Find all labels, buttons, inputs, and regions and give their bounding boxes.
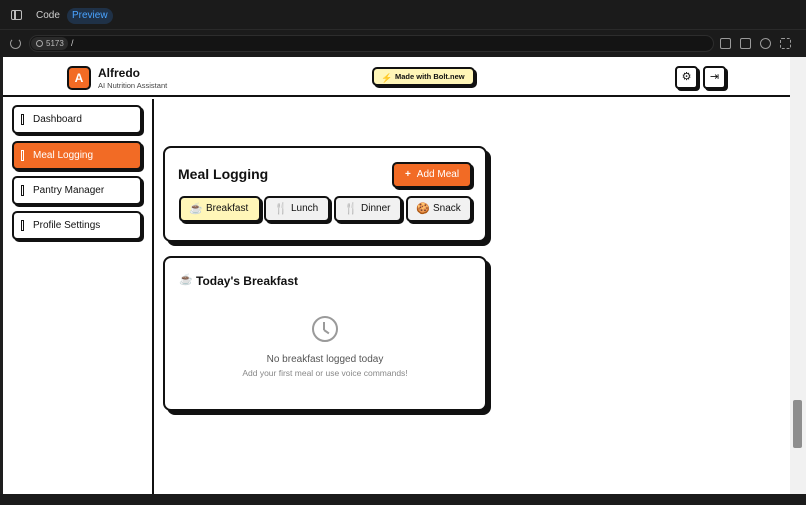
meal-type-label: Breakfast: [206, 203, 249, 214]
made-with-bolt-badge[interactable]: ⚡ Made with Bolt.new: [372, 67, 475, 86]
todays-meals-card: ☕ Today's Breakfast No breakfast logged …: [163, 256, 487, 411]
meal-type-lunch[interactable]: 🍴 Lunch: [264, 196, 330, 222]
coffee-icon: ☕: [179, 274, 193, 286]
preview-scrollbar[interactable]: [790, 57, 806, 494]
meal-type-label: Lunch: [291, 203, 319, 214]
inspect-icon[interactable]: [760, 38, 771, 49]
empty-state-title: No breakfast logged today: [266, 354, 384, 365]
url-input[interactable]: [29, 35, 714, 52]
nav-marker-icon: [21, 185, 24, 196]
preview-url-bar: 5173 /: [0, 30, 806, 57]
app-header: A Alfredo AI Nutrition Assistant ⚡ Made …: [3, 57, 790, 97]
section-title: Today's Breakfast: [196, 274, 299, 288]
badge-label: Made with Bolt.new: [395, 72, 465, 81]
sidebar-item-label: Profile Settings: [33, 220, 101, 231]
preview-tab[interactable]: Preview: [67, 8, 113, 24]
editor-topbar: Code Preview: [0, 0, 806, 30]
nav-marker-icon: [21, 114, 24, 125]
app-logo: A: [67, 66, 91, 90]
utensils-icon: 🍴: [274, 203, 288, 215]
empty-state-hint: Add your first meal or use voice command…: [242, 368, 408, 378]
sidebar-toggle-icon[interactable]: [11, 10, 22, 20]
clock-icon: [312, 316, 338, 342]
sidebar-item-pantry-manager[interactable]: Pantry Manager: [12, 176, 142, 205]
sidebar-item-profile-settings[interactable]: Profile Settings: [12, 211, 142, 240]
sidebar-item-label: Pantry Manager: [33, 185, 105, 196]
fullscreen-icon[interactable]: [780, 38, 791, 49]
open-external-icon[interactable]: [720, 38, 731, 49]
gear-icon: ⚙: [681, 71, 692, 83]
port-badge[interactable]: 5173: [31, 37, 68, 50]
reload-icon[interactable]: [10, 38, 21, 49]
nav-marker-icon: [21, 150, 24, 161]
meal-type-snack[interactable]: 🍪 Snack: [406, 196, 472, 222]
settings-button[interactable]: ⚙: [675, 66, 698, 89]
sidebar-item-label: Meal Logging: [33, 150, 94, 161]
sidebar-item-label: Dashboard: [33, 114, 82, 125]
url-path: /: [71, 38, 74, 48]
app-preview: A Alfredo AI Nutrition Assistant ⚡ Made …: [3, 57, 790, 494]
sidebar-item-dashboard[interactable]: Dashboard: [12, 105, 142, 134]
brand-tagline: AI Nutrition Assistant: [98, 81, 168, 90]
meal-type-label: Dinner: [361, 203, 391, 214]
plus-icon: +: [404, 169, 411, 180]
sidebar-item-meal-logging[interactable]: Meal Logging: [12, 141, 142, 170]
nav-marker-icon: [21, 220, 24, 231]
meal-type-dinner[interactable]: 🍴 Dinner: [334, 196, 402, 222]
cookie-icon: 🍪: [416, 203, 430, 215]
meal-type-label: Snack: [433, 203, 461, 214]
page-title: Meal Logging: [178, 166, 269, 182]
meal-logging-card: Meal Logging + Add Meal ☕ Breakfast 🍴 Lun…: [163, 146, 487, 242]
coffee-icon: ☕: [189, 203, 203, 215]
code-tab[interactable]: Code: [31, 8, 65, 24]
device-preview-icon[interactable]: [740, 38, 751, 49]
scrollbar-thumb[interactable]: [793, 400, 802, 448]
add-meal-label: Add Meal: [416, 169, 460, 180]
utensils-icon: 🍴: [344, 203, 358, 215]
editor-bottom-strip: [0, 494, 806, 505]
logout-button[interactable]: ⇥: [703, 66, 726, 89]
logout-icon: ⇥: [709, 71, 720, 83]
sidebar: Dashboard Meal Logging Pantry Manager Pr…: [3, 99, 154, 494]
lightning-icon: ⚡: [381, 73, 393, 83]
brand-name: Alfredo: [98, 66, 140, 80]
add-meal-button[interactable]: + Add Meal: [392, 162, 472, 188]
meal-type-breakfast[interactable]: ☕ Breakfast: [179, 196, 261, 222]
